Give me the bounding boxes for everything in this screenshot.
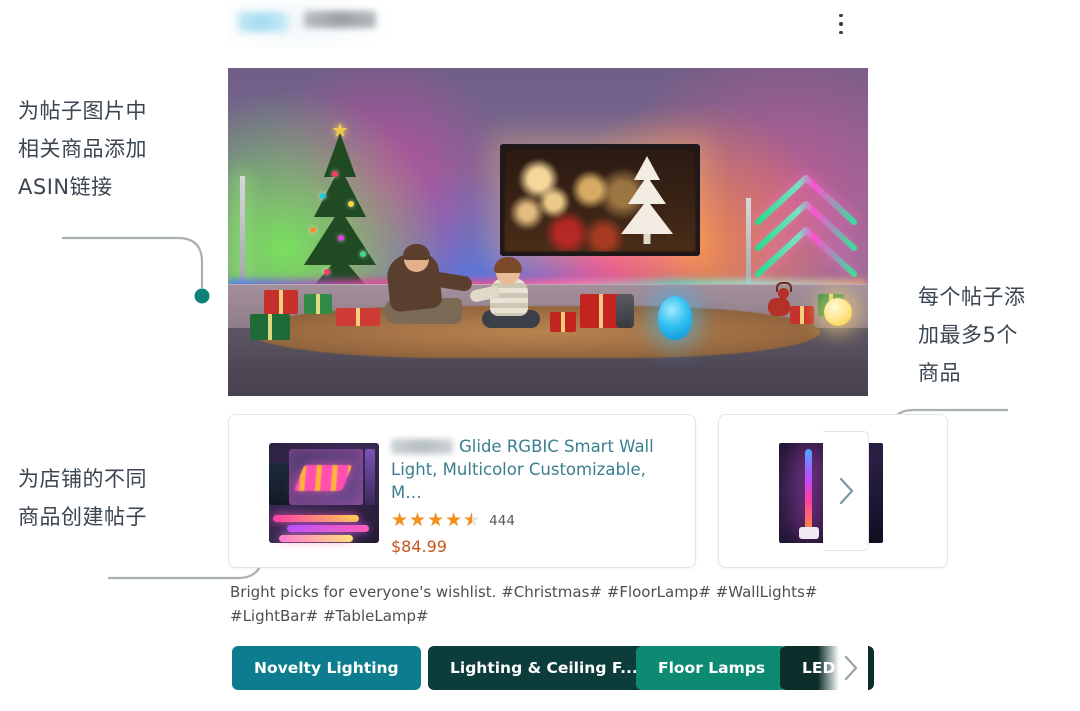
product-card[interactable]: Glide RGBIC Smart Wall Light, Multicolor…	[228, 414, 696, 568]
category-chip-row: Novelty Lighting Lighting & Ceiling F...…	[228, 640, 874, 698]
post-hero-image[interactable]: ★	[228, 68, 868, 396]
product-brand-redacted	[391, 439, 453, 454]
product-title-link[interactable]: Glide RGBIC Smart Wall Light, Multicolor…	[391, 435, 681, 504]
gift-box	[336, 308, 380, 326]
product-price: $84.99	[391, 537, 447, 556]
post-card: ★ Glide RGBIC Smart Wall Light, Multicol…	[228, 0, 948, 711]
star-rating-icon: ★★★★★ ★★★★★	[391, 511, 481, 530]
carousel-next-button[interactable]	[823, 431, 869, 551]
tv-white-tree	[614, 154, 680, 246]
wall-tv	[500, 144, 700, 256]
person-child	[469, 257, 548, 330]
egg-lamp	[658, 296, 692, 340]
product-rating[interactable]: ★★★★★ ★★★★★ 444	[391, 511, 681, 530]
annotation-asin-link: 为帖子图片中 相关商品添加 ASIN链接	[18, 99, 147, 199]
post-caption: Bright picks for everyone's wishlist. #C…	[230, 583, 818, 625]
gift-box	[250, 314, 290, 340]
more-options-icon[interactable]	[830, 12, 852, 36]
product-card-carousel: Glide RGBIC Smart Wall Light, Multicolor…	[228, 414, 948, 572]
ball-lamp	[824, 298, 852, 326]
gift-box	[790, 306, 814, 324]
stars-filled: ★★★★★	[391, 511, 472, 530]
leader-line-asin	[60, 232, 220, 304]
brand-logo-redacted[interactable]	[238, 12, 288, 32]
person-adult	[378, 244, 473, 328]
smart-speaker	[616, 294, 634, 328]
category-chip-novelty-lighting[interactable]: Novelty Lighting	[232, 646, 421, 690]
category-chip-floor-lamps[interactable]: Floor Lamps	[636, 646, 788, 690]
review-count: 444	[489, 512, 515, 529]
chevron-light-bars	[750, 166, 862, 282]
chip-row-next-button[interactable]	[836, 650, 866, 686]
annotation-max-five-products: 每个帖子添 加最多5个 商品	[918, 285, 1026, 385]
reindeer-decor	[766, 282, 792, 320]
category-chip-lighting-ceiling-fans[interactable]: Lighting & Ceiling F...	[428, 646, 660, 690]
gift-box	[264, 290, 298, 314]
product-thumbnail	[269, 443, 379, 543]
post-header	[228, 0, 868, 48]
screenshot-root: 为帖子图片中 相关商品添加 ASIN链接 为店铺的不同 商品创建帖子 每个帖子添…	[0, 0, 1080, 711]
gift-box	[550, 312, 576, 332]
brand-name-redacted[interactable]	[304, 11, 376, 28]
product-info: Glide RGBIC Smart Wall Light, Multicolor…	[391, 435, 681, 556]
gift-box	[304, 294, 332, 314]
